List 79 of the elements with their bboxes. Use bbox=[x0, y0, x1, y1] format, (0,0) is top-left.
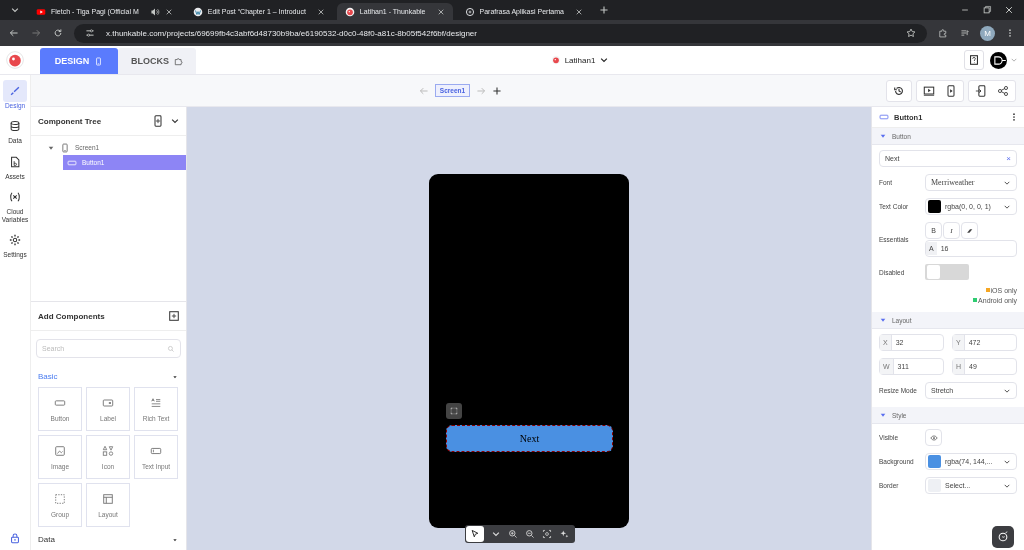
close-icon[interactable] bbox=[164, 7, 173, 16]
zoom-in-icon[interactable] bbox=[508, 529, 518, 539]
favicon-icon bbox=[464, 6, 475, 17]
speaker-icon[interactable] bbox=[149, 6, 160, 17]
phone-preview-icon[interactable] bbox=[945, 84, 957, 97]
reload-icon[interactable] bbox=[53, 28, 63, 38]
group-icon bbox=[54, 492, 66, 505]
chevron-icon bbox=[599, 55, 610, 65]
category-header[interactable]: Basic bbox=[31, 364, 186, 387]
zoom-out-icon[interactable] bbox=[525, 529, 535, 539]
add-screen-icon[interactable] bbox=[152, 115, 164, 127]
eraser-icon bbox=[965, 226, 974, 235]
file-icon bbox=[9, 155, 21, 168]
download-to-phone-icon[interactable] bbox=[975, 84, 987, 97]
pointer-icon[interactable] bbox=[470, 529, 480, 539]
fit-screen-icon[interactable] bbox=[542, 529, 552, 539]
variable-icon bbox=[9, 191, 21, 204]
tab-search-icon[interactable] bbox=[10, 5, 20, 15]
close-icon[interactable] bbox=[574, 7, 583, 16]
database-icon bbox=[9, 120, 21, 133]
mode-tab[interactable]: DESIGN bbox=[40, 48, 118, 74]
strikethrough-button[interactable] bbox=[961, 222, 978, 239]
lock-icon[interactable] bbox=[9, 532, 21, 544]
caret-icon bbox=[879, 132, 887, 140]
icon-icon bbox=[102, 444, 114, 457]
sparkle-icon[interactable] bbox=[559, 529, 569, 539]
favicon-icon bbox=[344, 6, 355, 17]
extensions-icon[interactable] bbox=[938, 28, 948, 38]
project-selector[interactable]: Latihan1 bbox=[550, 55, 610, 65]
eye-icon bbox=[929, 433, 938, 442]
image-icon bbox=[54, 444, 66, 457]
caret-icon bbox=[879, 316, 887, 324]
media-icon[interactable] bbox=[960, 28, 970, 38]
favicon-icon bbox=[36, 6, 46, 17]
chevron-icon[interactable] bbox=[170, 116, 180, 126]
help-icon bbox=[968, 54, 980, 66]
brush-icon bbox=[9, 85, 21, 97]
richtext-icon bbox=[150, 396, 162, 409]
chevron-icon[interactable] bbox=[491, 529, 501, 539]
feedback-button[interactable] bbox=[992, 526, 1014, 548]
clear-button[interactable]: × bbox=[1006, 154, 1011, 163]
help-button[interactable] bbox=[964, 50, 984, 70]
restore-icon[interactable] bbox=[982, 5, 992, 15]
bookmark-star-icon[interactable] bbox=[906, 28, 916, 38]
close-icon[interactable] bbox=[436, 7, 445, 16]
close-icon[interactable] bbox=[1004, 5, 1014, 15]
toggle-switch[interactable] bbox=[925, 264, 969, 280]
panel-title: Component Tree bbox=[38, 116, 103, 126]
button-icon bbox=[879, 112, 889, 122]
url-text: x.thunkable.com/projects/69699fb4c3abf6d48730b9ba/e6190532-d0c0-48f0-a81c-8b05f542f6bf/designer bbox=[106, 28, 477, 38]
label-icon bbox=[102, 396, 114, 409]
puzzle-icon bbox=[174, 56, 183, 66]
phone-icon bbox=[60, 142, 70, 153]
new-tab-icon[interactable] bbox=[598, 5, 609, 15]
layout-icon bbox=[102, 492, 114, 505]
phone-icon bbox=[94, 56, 104, 66]
app-logo-icon[interactable] bbox=[6, 51, 24, 69]
favicon-icon bbox=[192, 6, 203, 17]
panel-title: Add Components bbox=[38, 311, 106, 321]
frame-handle-icon[interactable] bbox=[446, 403, 462, 419]
next-button[interactable]: Next bbox=[446, 425, 613, 452]
web-preview-icon[interactable] bbox=[923, 84, 935, 97]
dropdown[interactable]: Merriweather bbox=[925, 174, 1017, 191]
close-icon[interactable] bbox=[316, 7, 325, 16]
add-screen-icon[interactable] bbox=[492, 85, 503, 96]
visibility-button[interactable] bbox=[925, 429, 942, 446]
share-icon[interactable] bbox=[997, 84, 1009, 97]
settings-icon bbox=[9, 234, 21, 247]
site-settings-icon bbox=[85, 28, 95, 38]
address-field[interactable]: x.thunkable.com/projects/69699fb4c3abf6d48730b9ba/e6190532-d0c0-48f0-a81c-8b05f542f6bf/designer bbox=[74, 23, 927, 43]
category-header[interactable]: Data bbox=[31, 527, 186, 550]
caret-icon bbox=[879, 411, 887, 419]
account-avatar-icon[interactable] bbox=[990, 51, 1007, 69]
project-icon bbox=[550, 55, 561, 65]
back-icon[interactable] bbox=[9, 28, 19, 38]
history-icon[interactable] bbox=[893, 84, 905, 97]
mode-tab[interactable]: BLOCKS bbox=[118, 48, 196, 74]
search-icon bbox=[167, 344, 175, 353]
add-icon[interactable] bbox=[168, 310, 180, 322]
